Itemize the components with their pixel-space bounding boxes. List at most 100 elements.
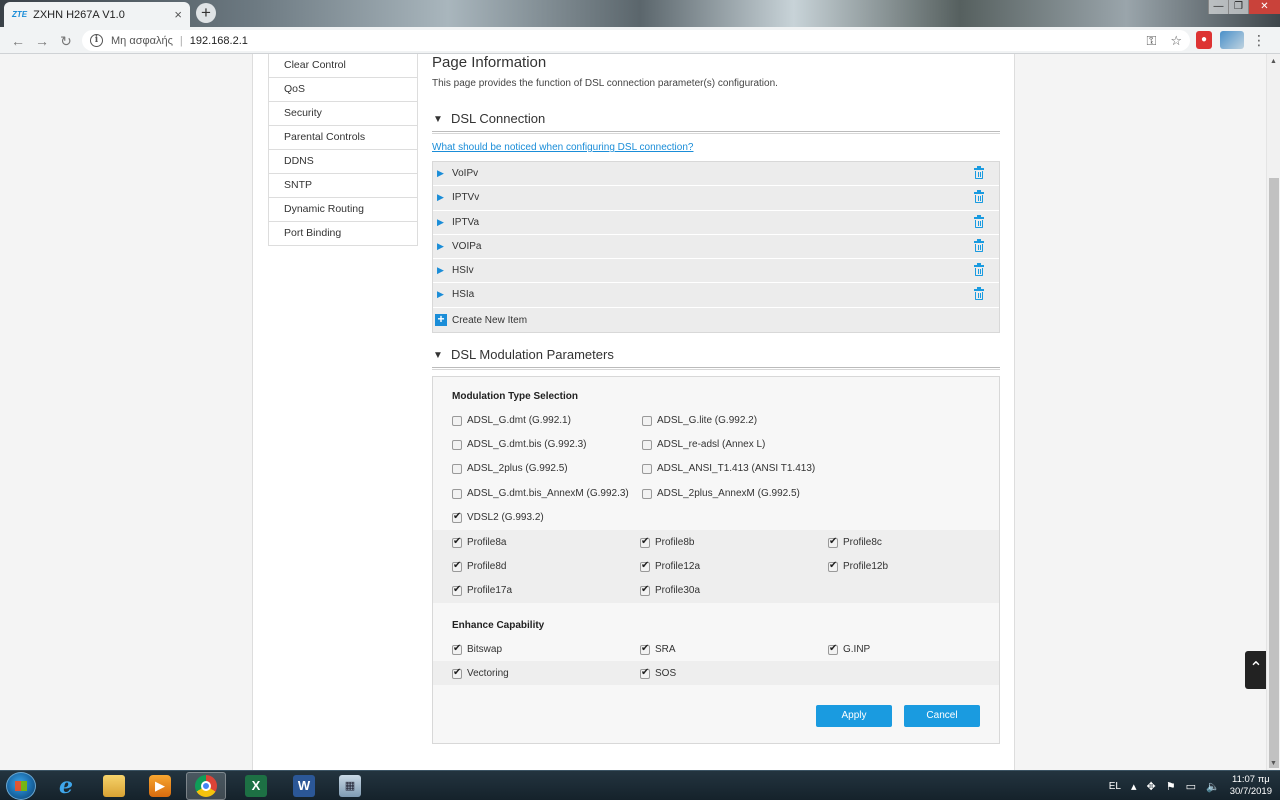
scroll-thumb[interactable]	[1269, 178, 1279, 768]
checkbox-profile8a[interactable]: Profile8a	[452, 536, 506, 548]
tab-close-icon[interactable]: ×	[174, 7, 182, 22]
tray-expand-icon[interactable]: ▴	[1131, 780, 1137, 793]
profile-avatar-icon[interactable]	[1220, 31, 1244, 49]
checkbox-bitswap[interactable]: Bitswap	[452, 643, 502, 655]
trash-icon[interactable]	[974, 166, 984, 179]
checkbox-box[interactable]	[452, 536, 462, 548]
star-icon[interactable]: ☆	[1170, 33, 1182, 49]
network-icon[interactable]: ⚑	[1166, 780, 1176, 793]
checkbox-box[interactable]	[452, 584, 462, 596]
explorer-icon[interactable]	[94, 772, 134, 800]
checkbox-box[interactable]	[642, 463, 652, 474]
trash-icon[interactable]	[974, 287, 984, 301]
sidebar-item-parental-controls[interactable]: Parental Controls	[268, 126, 418, 150]
connection-row-iptvv[interactable]: ▶ IPTVv	[433, 186, 999, 211]
dsl-modulation-header[interactable]: ▼ DSL Modulation Parameters	[432, 346, 1000, 370]
checkbox-box[interactable]	[640, 560, 650, 572]
address-bar[interactable]: i Μη ασφαλής | 192.168.2.1 ⚿ ☆	[82, 30, 1190, 51]
checkbox-box[interactable]	[642, 439, 652, 450]
checkbox-box[interactable]	[642, 488, 652, 499]
connection-row-iptva[interactable]: ▶ IPTVa	[433, 210, 999, 235]
scroll-down-icon[interactable]: ▼	[1270, 760, 1277, 767]
checkbox-ginp[interactable]: G.INP	[828, 643, 870, 655]
ie-icon[interactable]: e	[46, 772, 86, 800]
reload-icon[interactable]: ↻	[56, 31, 76, 51]
sidebar-item-dynamic-routing[interactable]: Dynamic Routing	[268, 198, 418, 222]
new-tab-button[interactable]: +	[196, 3, 216, 23]
checkbox-box[interactable]	[828, 536, 838, 548]
checkbox-box[interactable]	[452, 488, 462, 499]
info-icon[interactable]: i	[90, 34, 103, 47]
trash-icon[interactable]	[974, 238, 984, 252]
connection-row-hsia[interactable]: ▶ HSIa	[433, 283, 999, 308]
action-center-icon[interactable]: ▭	[1186, 780, 1196, 793]
sidebar-item-clear-control[interactable]: Clear Control	[268, 54, 418, 78]
checkbox-adsl-gdmt-bis-annexm[interactable]: ADSL_G.dmt.bis_AnnexM (G.992.3)	[452, 488, 629, 499]
volume-icon[interactable]: 🔈	[1206, 780, 1220, 793]
chrome-icon[interactable]	[186, 772, 226, 800]
trash-icon[interactable]	[974, 214, 984, 228]
checkbox-box[interactable]	[452, 415, 462, 426]
dsl-connection-header[interactable]: ▼ DSL Connection	[432, 110, 1000, 134]
checkbox-adsl-re-adsl[interactable]: ADSL_re-adsl (Annex L)	[642, 439, 765, 450]
sidebar-item-security[interactable]: Security	[268, 102, 418, 126]
checkbox-profile8d[interactable]: Profile8d	[452, 560, 506, 572]
checkbox-adsl-ansi-t1413[interactable]: ADSL_ANSI_T1.413 (ANSI T1.413)	[642, 463, 815, 474]
page-scrollbar[interactable]: ▲ ▼	[1266, 54, 1280, 770]
checkbox-box[interactable]	[828, 643, 838, 655]
apply-button[interactable]: Apply	[816, 705, 892, 727]
connection-row-voipv[interactable]: ▶ VoIPv	[433, 162, 999, 187]
checkbox-box[interactable]	[452, 667, 462, 679]
dsl-help-link[interactable]: What should be noticed when configuring …	[432, 142, 693, 153]
checkbox-box[interactable]	[452, 511, 462, 523]
clock[interactable]: 11:07 πμ 30/7/2019	[1230, 774, 1272, 798]
close-window-button[interactable]: ✕	[1248, 0, 1280, 14]
checkbox-profile8b[interactable]: Profile8b	[640, 536, 694, 548]
checkbox-box[interactable]	[640, 536, 650, 548]
menu-icon[interactable]: ⋮	[1252, 31, 1266, 49]
scroll-up-icon[interactable]: ▲	[1270, 58, 1277, 65]
sidebar-item-sntp[interactable]: SNTP	[268, 174, 418, 198]
connection-row-hsiv[interactable]: ▶ HSIv	[433, 259, 999, 284]
checkbox-box[interactable]	[640, 667, 650, 679]
back-icon[interactable]: ←	[8, 31, 28, 51]
language-indicator[interactable]: EL	[1109, 781, 1121, 792]
dropbox-icon[interactable]: ✥	[1147, 780, 1156, 793]
checkbox-box[interactable]	[452, 463, 462, 474]
checkbox-box[interactable]	[828, 560, 838, 572]
trash-icon[interactable]	[974, 263, 984, 277]
word-icon[interactable]: W	[284, 772, 324, 800]
checkbox-adsl-2plus[interactable]: ADSL_2plus (G.992.5)	[452, 463, 568, 474]
checkbox-box[interactable]	[642, 415, 652, 426]
sidebar-item-port-binding[interactable]: Port Binding	[268, 222, 418, 246]
create-new-item-button[interactable]: + Create New Item	[433, 307, 999, 332]
excel-icon[interactable]: X	[236, 772, 276, 800]
checkbox-adsl-glite[interactable]: ADSL_G.lite (G.992.2)	[642, 415, 757, 426]
url-text[interactable]: 192.168.2.1	[190, 35, 248, 47]
checkbox-vdsl2[interactable]: VDSL2 (G.993.2)	[452, 511, 544, 523]
checkbox-profile8c[interactable]: Profile8c	[828, 536, 882, 548]
trash-icon[interactable]	[974, 190, 984, 204]
checkbox-vectoring[interactable]: Vectoring	[452, 667, 509, 679]
extension-red-icon[interactable]: ●	[1196, 31, 1212, 49]
connection-row-voipa[interactable]: ▶ VOIPa	[433, 234, 999, 260]
media-player-icon[interactable]: ▶	[140, 772, 180, 800]
sidebar-item-ddns[interactable]: DDNS	[268, 150, 418, 174]
forward-icon[interactable]: →	[32, 31, 52, 51]
checkbox-box[interactable]	[640, 643, 650, 655]
checkbox-profile12a[interactable]: Profile12a	[640, 560, 700, 572]
calculator-icon[interactable]: ▦	[330, 772, 370, 800]
checkbox-profile12b[interactable]: Profile12b	[828, 560, 888, 572]
start-icon[interactable]	[6, 772, 36, 800]
minimize-button[interactable]: —	[1208, 0, 1228, 14]
checkbox-adsl-2plus-annexm[interactable]: ADSL_2plus_AnnexM (G.992.5)	[642, 488, 800, 499]
checkbox-adsl-gdmt[interactable]: ADSL_G.dmt (G.992.1)	[452, 415, 571, 426]
checkbox-profile17a[interactable]: Profile17a	[452, 584, 512, 596]
checkbox-sra[interactable]: SRA	[640, 643, 676, 655]
scroll-to-top-icon[interactable]: ⌃	[1245, 651, 1267, 689]
cancel-button[interactable]: Cancel	[904, 705, 980, 727]
sidebar-item-qos[interactable]: QoS	[268, 78, 418, 102]
browser-tab[interactable]: ZTE ZXHN H267A V1.0 ×	[4, 2, 190, 27]
checkbox-adsl-gdmt-bis[interactable]: ADSL_G.dmt.bis (G.992.3)	[452, 439, 587, 450]
checkbox-profile30a[interactable]: Profile30a	[640, 584, 700, 596]
